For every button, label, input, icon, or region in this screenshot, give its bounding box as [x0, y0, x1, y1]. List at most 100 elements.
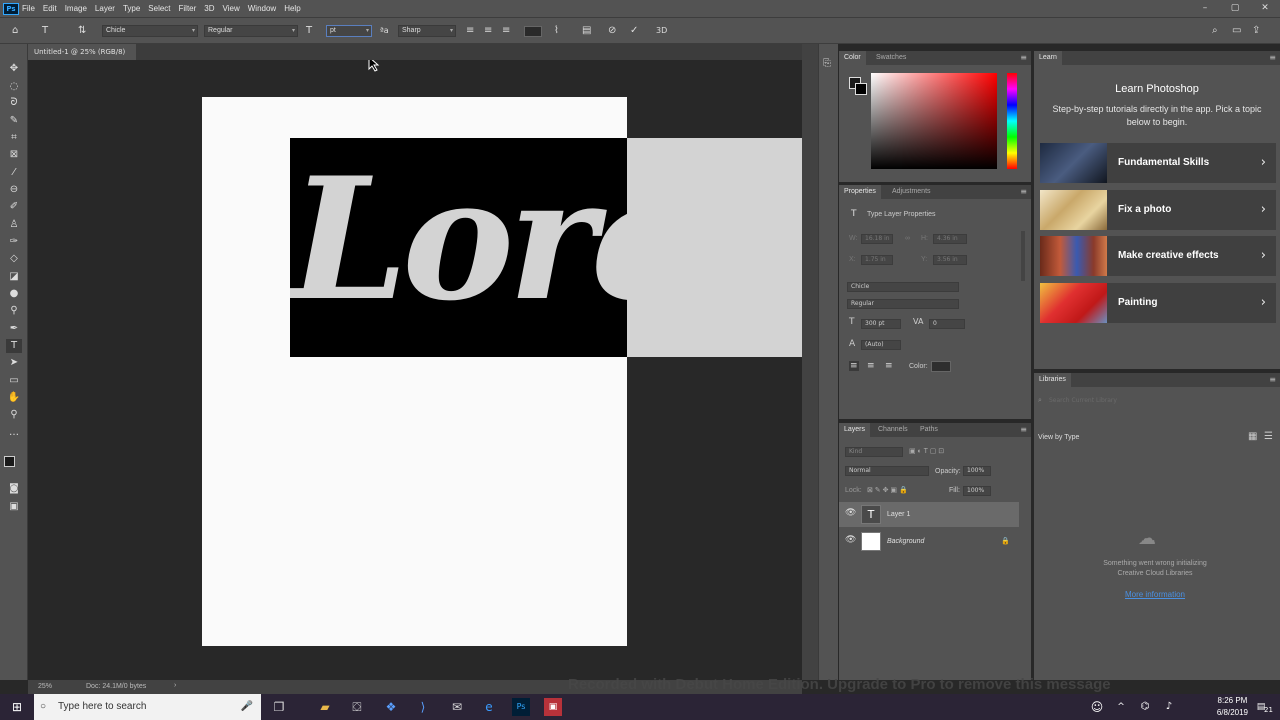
height-field[interactable]: 4.36 in	[933, 234, 967, 244]
font-style-select[interactable]: Regular	[847, 299, 959, 309]
type-tool-icon[interactable]: T	[6, 339, 22, 353]
maximize-button[interactable]: ▢	[1220, 0, 1250, 17]
lasso-tool-icon[interactable]: ᘐ	[6, 96, 22, 110]
dodge-tool-icon[interactable]: ⚲	[6, 304, 22, 318]
healing-tool-icon[interactable]: ⊖	[6, 183, 22, 197]
screen-mode-icon[interactable]: ▣	[6, 500, 22, 514]
commit-edit-icon[interactable]: ✓	[630, 25, 638, 37]
menu-type[interactable]: Type	[123, 4, 140, 13]
quick-mask-icon[interactable]: ◙	[6, 482, 22, 496]
move-tool-icon[interactable]: ✥	[6, 62, 22, 76]
search-icon[interactable]: ⌕	[1212, 25, 1218, 37]
frame-tool-icon[interactable]: ⊠	[6, 148, 22, 162]
list-view-icon[interactable]: ☰	[1264, 431, 1273, 442]
character-panel-icon[interactable]: ▤	[582, 25, 591, 37]
view-by-type-select[interactable]: View by Type	[1038, 434, 1079, 441]
y-field[interactable]: 3.56 in	[933, 255, 967, 265]
align-right-icon[interactable]: ≡	[885, 361, 893, 371]
canvas-area[interactable]: Lorem	[28, 60, 802, 680]
vscode-icon[interactable]: ⟩	[414, 698, 432, 716]
menu-image[interactable]: Image	[65, 4, 87, 13]
brush-tool-icon[interactable]: ✐	[6, 200, 22, 214]
learn-card-fix-photo[interactable]: Fix a photo ›	[1040, 190, 1276, 230]
tab-adjustments[interactable]: Adjustments	[887, 185, 936, 199]
people-icon[interactable]: ☺	[1088, 698, 1106, 716]
align-right-icon[interactable]: ≡	[502, 25, 510, 37]
fill-field[interactable]: 100%	[963, 486, 991, 496]
menu-filter[interactable]: Filter	[179, 4, 197, 13]
menu-layer[interactable]: Layer	[95, 4, 115, 13]
rectangle-tool-icon[interactable]: ▭	[6, 374, 22, 388]
zoom-level[interactable]: 25%	[38, 683, 52, 690]
path-select-tool-icon[interactable]: ➤	[6, 356, 22, 370]
layer-row-text[interactable]: 👁 T Layer 1	[839, 502, 1019, 527]
marquee-tool-icon[interactable]: ◌	[6, 80, 22, 94]
align-left-icon[interactable]: ≡	[466, 25, 474, 37]
gradient-tool-icon[interactable]: ◪	[6, 270, 22, 284]
home-icon[interactable]: ⌂	[12, 25, 18, 37]
menu-help[interactable]: Help	[284, 4, 300, 13]
tab-paths[interactable]: Paths	[915, 423, 943, 437]
task-view-icon[interactable]: ❐	[270, 698, 288, 716]
quick-select-tool-icon[interactable]: ✎	[6, 114, 22, 128]
warp-text-icon[interactable]: ⌇	[554, 25, 559, 37]
tab-libraries[interactable]: Libraries	[1034, 373, 1071, 387]
blur-tool-icon[interactable]: ●	[6, 287, 22, 301]
zoom-tool-icon[interactable]: ⚲	[6, 408, 22, 422]
taskbar-search-input[interactable]: ○ Type here to search 🎤	[34, 694, 261, 720]
learn-card-creative-effects[interactable]: Make creative effects ›	[1040, 236, 1276, 276]
learn-card-painting[interactable]: Painting ›	[1040, 283, 1276, 323]
eraser-tool-icon[interactable]: ◇	[6, 252, 22, 266]
text-color-swatch[interactable]	[524, 26, 542, 37]
debut-recorder-icon[interactable]: ▣	[544, 698, 562, 716]
photoshop-taskbar-icon[interactable]: Ps	[512, 698, 530, 716]
mail-icon[interactable]: ✉	[448, 698, 466, 716]
foreground-color-swatch[interactable]	[4, 456, 15, 467]
properties-scrollbar[interactable]	[1021, 231, 1025, 281]
font-family-select[interactable]: Chicle ▾	[102, 25, 198, 37]
grid-view-icon[interactable]: ▦	[1248, 431, 1257, 442]
menu-view[interactable]: View	[223, 4, 240, 13]
history-brush-tool-icon[interactable]: ✑	[6, 235, 22, 249]
tracking-field[interactable]: 0	[929, 319, 965, 329]
lock-icons[interactable]: ⊠ ✎ ✥ ▣ 🔒	[867, 486, 908, 494]
menu-file[interactable]: File	[22, 4, 35, 13]
close-window-button[interactable]: ✕	[1250, 0, 1280, 17]
3d-icon[interactable]: 3D	[656, 25, 667, 37]
opacity-field[interactable]: 100%	[963, 466, 991, 476]
panel-menu-icon[interactable]: ≡	[1020, 425, 1027, 434]
font-size-input[interactable]: pt ▾	[326, 25, 372, 37]
font-style-select[interactable]: Regular ▾	[204, 25, 298, 37]
menu-window[interactable]: Window	[248, 4, 276, 13]
history-panel-icon[interactable]: ⎘	[823, 58, 831, 69]
volume-icon[interactable]: ♪	[1160, 698, 1178, 716]
eyedropper-tool-icon[interactable]: ⁄	[6, 166, 22, 180]
pen-tool-icon[interactable]: ✒	[6, 322, 22, 336]
panel-menu-icon[interactable]: ≡	[1020, 187, 1027, 196]
network-icon[interactable]: ⌬	[1136, 698, 1154, 716]
canvas-text[interactable]: Lorem	[290, 138, 627, 344]
type-tool-preset-icon[interactable]: T	[42, 25, 48, 37]
layer-row-background[interactable]: 👁 Background 🔒	[839, 529, 1019, 554]
width-field[interactable]: 16.18 in	[861, 234, 893, 244]
dropbox-icon[interactable]: ❖	[382, 698, 400, 716]
stamp-tool-icon[interactable]: ♙	[6, 218, 22, 232]
tab-channels[interactable]: Channels	[873, 423, 913, 437]
color-field[interactable]	[871, 73, 997, 169]
text-color-swatch[interactable]	[931, 361, 951, 372]
panel-menu-icon[interactable]: ≡	[1020, 53, 1027, 62]
visibility-eye-icon[interactable]: 👁	[845, 508, 856, 518]
start-button-icon[interactable]: ⊞	[8, 698, 26, 716]
link-icon[interactable]: ∞	[905, 235, 910, 242]
filter-icons[interactable]: ▣ ◐ T ▢ ⊡	[909, 447, 944, 455]
panel-menu-icon[interactable]: ≡	[1269, 53, 1276, 62]
menu-edit[interactable]: Edit	[43, 4, 57, 13]
library-search-input[interactable]: Search Current Library	[1046, 397, 1274, 407]
panel-menu-icon[interactable]: ≡	[1269, 375, 1276, 384]
tab-swatches[interactable]: Swatches	[871, 51, 911, 65]
store-icon[interactable]: ⛋	[348, 698, 366, 716]
visibility-eye-icon[interactable]: 👁	[845, 535, 856, 545]
tab-learn[interactable]: Learn	[1034, 51, 1062, 65]
document-tab[interactable]: Untitled-1 @ 25% (RGB/8) ×	[28, 44, 136, 72]
hand-tool-icon[interactable]: ✋	[6, 391, 22, 405]
